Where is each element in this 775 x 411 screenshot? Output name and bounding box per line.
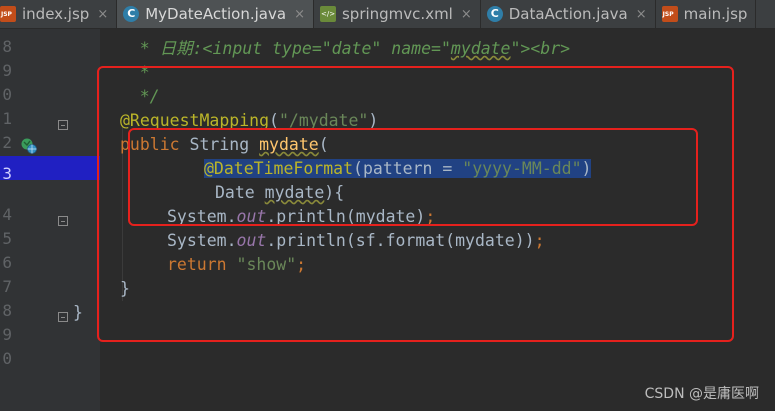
line-number: 0 xyxy=(2,85,12,104)
close-icon[interactable]: × xyxy=(461,7,472,22)
tab-label: DataAction.java xyxy=(508,5,628,23)
line-number: 1 xyxy=(2,109,12,128)
jsp-file-icon xyxy=(0,6,16,22)
request-mapping-globe-icon[interactable] xyxy=(20,137,38,155)
code-line: * 日期:<input type="date" name="mydate"><b… xyxy=(100,39,571,58)
tab-dataaction-java[interactable]: DataAction.java × xyxy=(481,0,656,28)
fold-marker-icon[interactable] xyxy=(58,216,68,226)
tab-main-jsp[interactable]: main.jsp xyxy=(656,0,757,28)
line-number-gutter[interactable]: 8 9 0 1 2 4 5 6 7 8 9 0 xyxy=(0,29,100,411)
line-number: 2 xyxy=(2,133,12,152)
line-number: 9 xyxy=(2,61,12,80)
line-number: 7 xyxy=(2,277,12,296)
tab-label: springmvc.xml xyxy=(341,5,453,23)
java-class-icon xyxy=(486,6,503,22)
line-number: 8 xyxy=(2,301,12,320)
line-number: 9 xyxy=(2,325,12,344)
line-number: 0 xyxy=(2,349,12,368)
line-number: 8 xyxy=(2,37,12,56)
fold-marker-icon[interactable] xyxy=(58,120,68,130)
java-class-icon xyxy=(123,6,140,22)
tab-springmvc-xml[interactable]: springmvc.xml × xyxy=(314,0,481,28)
tab-index-jsp[interactable]: index.jsp × xyxy=(0,0,118,28)
tab-label: index.jsp xyxy=(22,5,90,23)
jsp-file-icon xyxy=(661,6,678,22)
line-number: 5 xyxy=(2,229,12,248)
tab-mydateaction-java[interactable]: MyDateAction.java × xyxy=(117,0,314,28)
line-number: 3 xyxy=(2,164,12,183)
tab-label: MyDateAction.java xyxy=(145,5,287,23)
watermark: CSDN @是庸医啊 xyxy=(644,386,759,402)
line-number: 6 xyxy=(2,253,12,272)
close-icon[interactable]: × xyxy=(97,7,108,22)
tab-label: main.jsp xyxy=(683,5,748,23)
close-icon[interactable]: × xyxy=(294,7,305,22)
inner-annotation-box xyxy=(128,128,698,226)
xml-file-icon xyxy=(319,6,336,22)
fold-marker-icon[interactable] xyxy=(58,312,68,322)
code-line: } xyxy=(73,303,83,322)
close-icon[interactable]: × xyxy=(636,7,647,22)
line-number: 4 xyxy=(2,205,12,224)
editor-tab-bar: index.jsp × MyDateAction.java × springmv… xyxy=(0,0,775,29)
